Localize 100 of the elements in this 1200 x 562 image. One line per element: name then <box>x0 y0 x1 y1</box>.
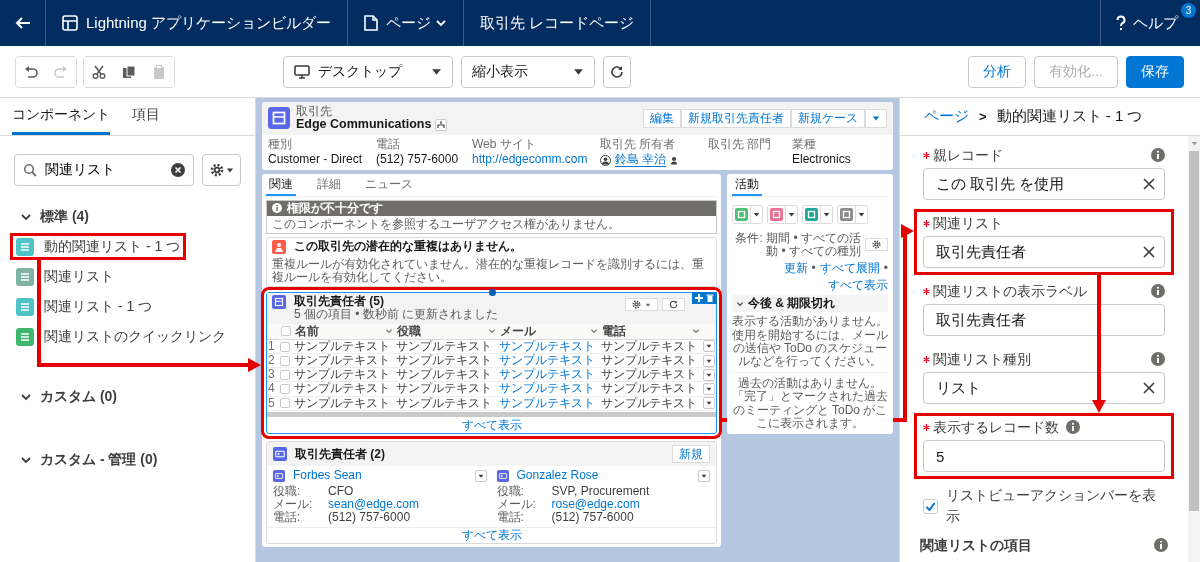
refresh-button[interactable] <box>603 55 631 88</box>
view-all-link[interactable]: すべて表示 <box>461 528 522 543</box>
record-tab[interactable]: ニュース <box>362 176 416 196</box>
contact-link[interactable]: Forbes Sean <box>293 469 362 483</box>
action-button[interactable]: 新規ケース <box>791 109 865 128</box>
dropdown-button[interactable] <box>750 205 762 223</box>
table-cell: サンプルテキスト <box>599 396 702 411</box>
row-action-button[interactable] <box>703 382 715 395</box>
field-label: 役職: <box>273 484 302 498</box>
email-link[interactable]: sean@edge.com <box>328 497 487 511</box>
action-button[interactable]: 新規取引先責任者 <box>681 109 791 128</box>
separator-dot: • <box>811 261 816 276</box>
search-field[interactable]: 関連リスト <box>14 154 194 186</box>
settings-button[interactable] <box>625 298 658 312</box>
row-action-button[interactable] <box>703 340 715 353</box>
page-title: 取引先 レコードページ <box>480 12 635 33</box>
scrollbar[interactable] <box>267 411 716 417</box>
row-action-button[interactable] <box>703 368 715 381</box>
checkbox[interactable] <box>281 326 291 337</box>
email-link[interactable]: サンプルテキスト <box>498 353 595 367</box>
scrollbar[interactable] <box>1188 136 1200 562</box>
checkbox[interactable] <box>280 341 290 352</box>
add-button[interactable] <box>695 294 703 303</box>
clear-icon[interactable] <box>1142 381 1156 395</box>
field-label: 電話: <box>496 510 525 525</box>
activity-link[interactable]: 更新 <box>783 261 808 276</box>
checkbox[interactable] <box>280 398 290 409</box>
field-label: 種別 <box>268 137 293 152</box>
lookup-field[interactable]: 取引先責任者 <box>923 236 1165 268</box>
view-all-link[interactable]: すべて表示 <box>461 417 522 432</box>
contact-icon <box>273 447 287 462</box>
section-header[interactable]: カスタム - 管理 (0) <box>0 443 255 476</box>
desktop-icon <box>294 64 310 79</box>
input-field[interactable]: 5 <box>923 440 1165 472</box>
dropdown-button[interactable] <box>785 205 797 223</box>
delete-button[interactable] <box>706 294 714 303</box>
checkbox[interactable] <box>280 370 290 380</box>
toolbar-button[interactable]: 分析 <box>968 55 1027 88</box>
checkbox[interactable] <box>280 384 290 395</box>
refresh-button[interactable] <box>662 298 685 312</box>
clear-icon[interactable] <box>1142 245 1156 259</box>
user-link[interactable]: 鈴島 幸治 <box>615 153 667 168</box>
row-action-button[interactable] <box>698 469 710 482</box>
lookup-field[interactable]: リスト <box>923 372 1165 404</box>
view-dropdown[interactable]: 縮小表示 <box>461 55 595 88</box>
field-link[interactable]: http://edgecomm.com <box>472 153 600 167</box>
email-link[interactable]: サンプルテキスト <box>498 381 595 396</box>
column-header[interactable]: 名前 <box>295 324 319 338</box>
dropdown-button[interactable] <box>820 205 832 223</box>
column-header[interactable]: 役職 <box>397 324 422 338</box>
section-header[interactable]: 今後 & 期限切れ <box>732 295 888 313</box>
component-item[interactable]: 動的関連リスト - 1 つ <box>10 233 187 260</box>
action-button[interactable]: 編集 <box>643 109 681 128</box>
panel-tab[interactable]: コンポーネント <box>12 98 110 135</box>
settings-button[interactable] <box>865 238 888 252</box>
contact-link[interactable]: Gonzalez Rose <box>516 469 599 483</box>
column-header[interactable]: 電話 <box>601 324 626 338</box>
record-tab[interactable]: 詳細 <box>314 176 344 196</box>
clear-icon[interactable] <box>1142 177 1156 191</box>
device-dropdown[interactable]: デスクトップ <box>283 55 453 88</box>
activity-tab[interactable]: 活動 <box>732 176 762 196</box>
email-link[interactable]: サンプルテキスト <box>498 367 595 382</box>
lookup-field[interactable]: この 取引先 を使用 <box>923 168 1165 200</box>
panel-tab[interactable]: 項目 <box>132 98 160 135</box>
settings-button[interactable] <box>202 154 241 186</box>
duplicate-icon <box>272 239 286 254</box>
page-menu[interactable]: ページ <box>386 11 448 35</box>
field-value: SVP, Procurement <box>551 484 651 498</box>
field-label: 取引先 部門 <box>708 137 773 152</box>
notification-badge: 3 <box>1181 3 1196 18</box>
email-link[interactable]: サンプルテキスト <box>498 395 595 410</box>
email-link[interactable]: rose@edge.com <box>551 497 710 511</box>
component-item[interactable]: 関連リストのクイックリンク <box>10 323 232 350</box>
row-number: 2 <box>267 353 279 368</box>
activity-link[interactable]: すべて表示 <box>828 279 888 293</box>
hierarchy-button[interactable] <box>435 119 448 132</box>
section-header[interactable]: 標準 (4) <box>0 200 255 233</box>
refresh-icon <box>610 64 624 79</box>
input-field[interactable]: 取引先責任者 <box>923 304 1165 336</box>
activity-link[interactable]: すべて展開 <box>819 261 880 276</box>
row-action-button[interactable] <box>474 469 487 482</box>
component-item[interactable]: 関連リスト <box>10 263 120 290</box>
new-button[interactable]: 新規 <box>672 444 710 464</box>
table-cell: サンプルテキスト <box>293 396 396 411</box>
row-action-button[interactable] <box>703 397 715 410</box>
clear-icon[interactable] <box>171 163 185 177</box>
email-link[interactable]: サンプルテキスト <box>498 338 595 353</box>
record-tab[interactable]: 関連 <box>266 176 296 196</box>
back-icon <box>14 15 31 31</box>
field-value: CFO <box>328 484 355 498</box>
dropdown-button[interactable] <box>855 205 867 223</box>
save-button[interactable]: 保存 <box>1126 55 1184 88</box>
section-header[interactable]: カスタム (0) <box>0 380 255 413</box>
checkbox[interactable] <box>280 355 290 366</box>
breadcrumb-link[interactable]: ページ <box>924 105 969 128</box>
scissors-icon <box>92 64 106 79</box>
row-action-button[interactable] <box>703 354 715 367</box>
checkbox[interactable] <box>923 498 938 514</box>
field-label: メール: <box>273 497 314 511</box>
component-item[interactable]: 関連リスト - 1 つ <box>10 293 159 320</box>
